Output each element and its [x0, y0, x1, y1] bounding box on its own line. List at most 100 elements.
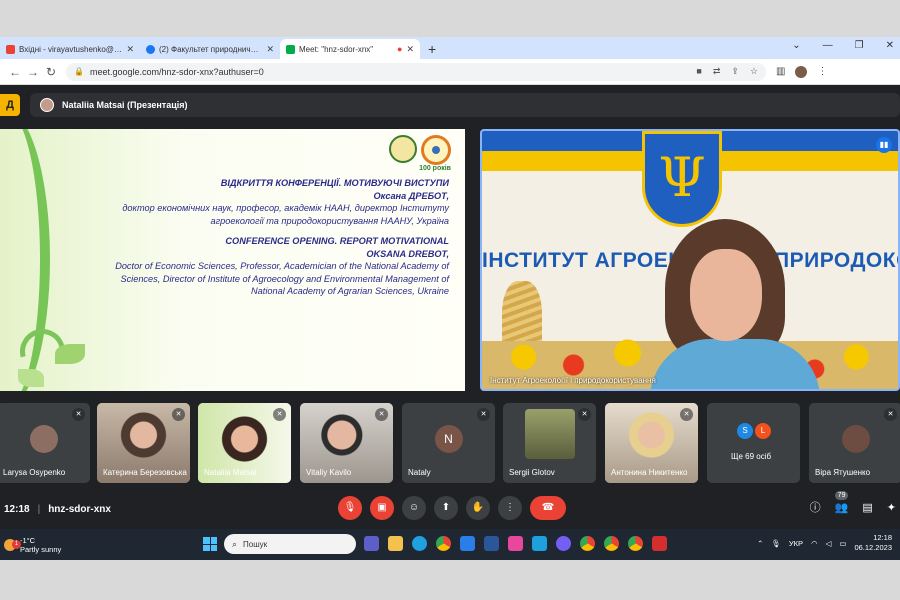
- participant-name: Larysa Osypenko: [3, 468, 66, 477]
- participant-tile[interactable]: ✕ Sergii Glotov: [503, 403, 596, 483]
- coat-of-arms: [642, 131, 722, 227]
- wifi-icon[interactable]: ◠: [811, 539, 818, 548]
- mic-off-button[interactable]: 🎙: [338, 496, 362, 520]
- participant-tile[interactable]: ✕ Vitaliy Kavilo: [300, 403, 393, 483]
- close-icon[interactable]: ✕: [266, 44, 274, 55]
- notification-badge: 1: [12, 539, 21, 549]
- chevron-down-icon[interactable]: ⌄: [792, 40, 800, 51]
- file-explorer-icon[interactable]: [388, 536, 403, 551]
- minimize-icon[interactable]: —: [823, 40, 833, 51]
- slide-heading-en: CONFERENCE OPENING. REPORT MOTIVATIONAL: [225, 236, 449, 246]
- share-icon[interactable]: ⇪: [731, 66, 739, 77]
- academy-logo: [421, 135, 451, 165]
- participant-name: Катерина Березовська: [103, 468, 187, 477]
- meet-logo: Д: [0, 94, 20, 116]
- camera-off-button[interactable]: ▣: [370, 496, 394, 520]
- tab-title: (2) Факультет природничих наук: [159, 44, 262, 54]
- close-window-icon[interactable]: ✕: [886, 40, 894, 51]
- restore-icon[interactable]: ❐: [855, 40, 864, 51]
- participant-strip: ✕ Larysa Osypenko ✕ Катерина Березовська…: [0, 403, 900, 483]
- speaker-person: [650, 219, 820, 389]
- avatar: [524, 409, 575, 459]
- menu-icon[interactable]: ⋮: [817, 66, 827, 77]
- camera-icon[interactable]: ■: [696, 66, 701, 77]
- chrome-icon[interactable]: [436, 536, 451, 551]
- mic-off-icon: ✕: [578, 408, 591, 421]
- taskbar-search[interactable]: ⌕ Пошук: [224, 534, 356, 554]
- participant-tile[interactable]: N ✕ Nataly: [402, 403, 495, 483]
- volume-icon[interactable]: ◁: [826, 539, 832, 548]
- weather-temp: -1°C: [20, 535, 36, 545]
- participant-tile[interactable]: ✕ Антонина Никитенко: [605, 403, 698, 483]
- chrome-icon[interactable]: [580, 536, 595, 551]
- meeting-code: hnz-sdor-xnx: [48, 503, 111, 515]
- participant-tile[interactable]: ✕ Віра Ятушенко: [809, 403, 900, 483]
- speaker-video-tile[interactable]: ІНСТИТУТ АГРОЕКОЛОГІЇ І ПРИРОДОКОРИСТУВА…: [480, 129, 900, 391]
- close-icon[interactable]: ✕: [406, 44, 414, 55]
- url-text: meet.google.com/hnz-sdor-xnx?authuser=0: [89, 66, 264, 77]
- meet-icon: [286, 44, 295, 54]
- call-controls: 🎙 ▣ ☺ ⬆ ✋ ⋮ ☎: [338, 496, 566, 520]
- activities-icon[interactable]: ✦: [887, 501, 896, 514]
- edge-icon[interactable]: [412, 536, 427, 551]
- photos-icon[interactable]: [508, 536, 523, 551]
- people-icon: 👥: [834, 501, 849, 514]
- new-tab-button[interactable]: +: [428, 39, 436, 59]
- info-icon[interactable]: ⓘ: [810, 499, 821, 515]
- taskbar-apps: [364, 536, 667, 551]
- tab-facebook[interactable]: (2) Факультет природничих наук ✕: [140, 39, 280, 59]
- raise-hand-button[interactable]: ✋: [466, 496, 490, 520]
- reactions-button[interactable]: ☺: [402, 496, 426, 520]
- mic-off-icon: ✕: [172, 408, 185, 421]
- reload-icon[interactable]: ↻: [42, 65, 60, 79]
- gmail-icon: [6, 44, 15, 54]
- people-button[interactable]: 79 👥: [834, 490, 849, 514]
- back-icon[interactable]: ←: [6, 65, 24, 79]
- present-button[interactable]: ⬆: [434, 496, 458, 520]
- start-button[interactable]: [203, 537, 217, 551]
- chrome-icon[interactable]: [604, 536, 619, 551]
- presentation-slide: 100 років ВІДКРИТТЯ КОНФЕРЕНЦІЇ. МОТИВУЮ…: [0, 129, 465, 391]
- browser-tab-bar: Вхідні - virayavtushenko@gmail.com ✕ (2)…: [0, 37, 900, 59]
- close-icon[interactable]: ✕: [126, 44, 134, 55]
- participant-tile[interactable]: ✕ Катерина Березовська: [97, 403, 190, 483]
- word-icon[interactable]: [484, 536, 499, 551]
- store-icon[interactable]: [460, 536, 475, 551]
- participant-tile[interactable]: ✕ Nataliia Matsai: [198, 403, 291, 483]
- participant-name: Nataly: [408, 468, 431, 477]
- participant-name: Nataliia Matsai: [204, 468, 257, 477]
- lock-icon[interactable]: 🔒: [74, 67, 84, 76]
- acrobat-icon[interactable]: [652, 536, 667, 551]
- star-icon[interactable]: ☆: [750, 66, 758, 77]
- chat-icon[interactable]: ▤: [862, 501, 872, 514]
- mic-off-icon: ✕: [477, 408, 490, 421]
- clock[interactable]: 12:18 06.12.2023: [854, 533, 892, 553]
- viber-icon[interactable]: [556, 536, 571, 551]
- institute-logo: [389, 135, 417, 163]
- translate-icon[interactable]: ⇄: [713, 66, 721, 77]
- avatar: [40, 98, 54, 112]
- sidebar-icon[interactable]: ▥: [776, 66, 785, 77]
- search-icon: ⌕: [232, 538, 238, 549]
- leave-call-button[interactable]: ☎: [530, 496, 566, 520]
- battery-icon[interactable]: ▭: [839, 539, 846, 548]
- presenter-chip[interactable]: Nataliia Matsai (Презентація): [30, 93, 900, 117]
- language-indicator[interactable]: УКР: [789, 539, 803, 548]
- teams-icon[interactable]: [364, 536, 379, 551]
- weather-widget[interactable]: 1 -1°C Partly sunny: [4, 536, 61, 554]
- more-participants-tile[interactable]: S L Ще 69 осіб: [707, 403, 800, 483]
- more-options-button[interactable]: ⋮: [498, 496, 522, 520]
- forward-icon[interactable]: →: [24, 65, 42, 79]
- tab-gmail[interactable]: Вхідні - virayavtushenko@gmail.com ✕: [0, 39, 140, 59]
- profile-avatar[interactable]: [795, 65, 808, 78]
- participant-tile[interactable]: ✕ Larysa Osypenko: [0, 403, 90, 483]
- mic-off-icon: ✕: [884, 408, 897, 421]
- microphone-icon[interactable]: 🎙: [771, 539, 781, 548]
- paint-icon[interactable]: [532, 536, 547, 551]
- speaker-name-ua: Оксана ДРЕБОТ,: [373, 190, 449, 201]
- avatar: [841, 425, 870, 453]
- url-field[interactable]: 🔒 meet.google.com/hnz-sdor-xnx?authuser=…: [66, 62, 766, 81]
- chevron-up-icon[interactable]: ⌃: [757, 539, 763, 548]
- chrome-icon[interactable]: [628, 536, 643, 551]
- tab-meet[interactable]: Meet: "hnz-sdor-xnx" ● ✕: [280, 39, 420, 59]
